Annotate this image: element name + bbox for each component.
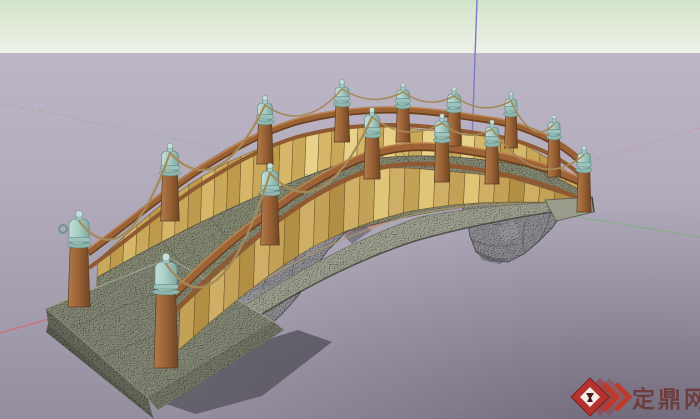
vignette-overlay xyxy=(0,53,700,419)
sky xyxy=(0,0,700,53)
viewport-canvas[interactable]: 定鼎网 xyxy=(0,0,700,419)
viewport: 定鼎网 xyxy=(0,0,700,419)
watermark-text: 定鼎网 xyxy=(632,386,700,413)
